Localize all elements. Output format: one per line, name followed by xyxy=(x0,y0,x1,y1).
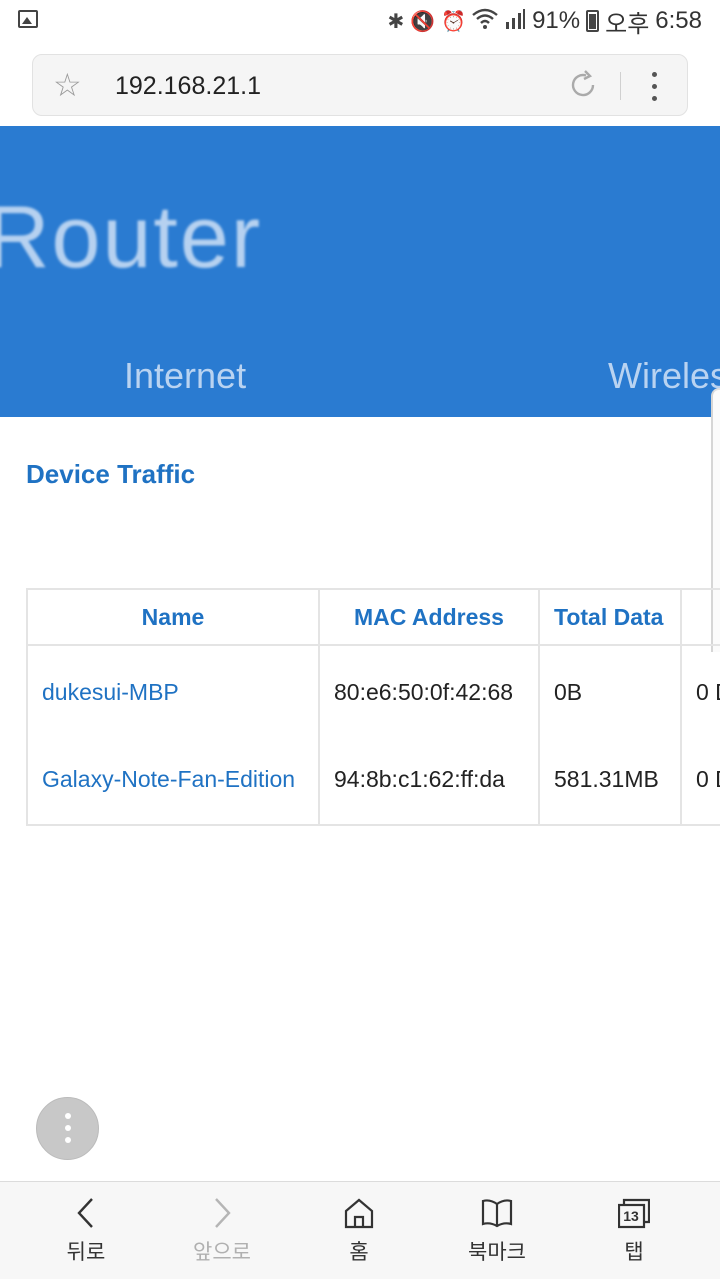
tab-wireless[interactable]: Wireles xyxy=(608,354,720,398)
column-header-mac[interactable]: MAC Address xyxy=(318,588,540,646)
router-header: Router Internet Wireles xyxy=(0,126,720,417)
bookmark-star-icon[interactable]: ☆ xyxy=(53,67,82,103)
bookmarks-label: 북마크 xyxy=(468,1241,526,1264)
book-icon xyxy=(481,1199,513,1228)
home-icon xyxy=(344,1198,374,1229)
toolbar-divider xyxy=(620,72,621,100)
battery-icon xyxy=(586,10,600,32)
tabs-icon: 13 xyxy=(618,1196,650,1230)
tab-internet[interactable]: Internet xyxy=(124,354,246,398)
tab-count: 13 xyxy=(623,1208,639,1224)
status-time: 6:58 xyxy=(655,7,702,34)
mac-cell: 94:8b:c1:62:ff:da xyxy=(318,735,540,826)
alarm-icon: ⏰ xyxy=(441,9,467,33)
reload-icon[interactable] xyxy=(567,69,599,101)
floating-menu-button[interactable] xyxy=(36,1097,99,1160)
table-row: Galaxy-Note-Fan-Edition 94:8b:c1:62:ff:d… xyxy=(26,735,720,826)
table-header-row: Name MAC Address Total Data xyxy=(26,588,720,646)
extra-cell: 0 D xyxy=(680,735,720,826)
tabs-button[interactable]: 13 탭 xyxy=(574,1182,694,1279)
column-header-total-data[interactable]: Total Data xyxy=(538,588,682,646)
mac-cell: 80:e6:50:0f:42:68 xyxy=(318,645,540,735)
mute-icon: 🔇 xyxy=(410,9,436,33)
home-button[interactable]: 홈 xyxy=(299,1182,419,1279)
bluetooth-icon: ✱ xyxy=(387,9,405,33)
back-button[interactable]: 뒤로 xyxy=(26,1182,146,1279)
total-data-cell: 0B xyxy=(538,645,682,735)
bookmarks-button[interactable]: 북마크 xyxy=(437,1182,557,1279)
address-bar[interactable]: ☆ 192.168.21.1 xyxy=(32,54,688,116)
page-title: Device Traffic xyxy=(26,459,196,489)
table-row: dukesui-MBP 80:e6:50:0f:42:68 0B 0 D xyxy=(26,645,720,735)
extra-cell: 0 D xyxy=(680,645,720,735)
status-ampm: 오후 xyxy=(605,10,650,38)
back-label: 뒤로 xyxy=(66,1241,106,1264)
device-name-link[interactable]: dukesui-MBP xyxy=(26,645,320,735)
device-name-link[interactable]: Galaxy-Note-Fan-Edition xyxy=(26,735,320,826)
device-traffic-table: Name MAC Address Total Data dukesui-MBP … xyxy=(26,588,720,826)
bottom-navigation: 뒤로 앞으로 홈 북마크 13 탭 xyxy=(0,1181,720,1279)
signal-icon xyxy=(504,8,526,35)
forward-button[interactable]: 앞으로 xyxy=(162,1182,282,1279)
device-name[interactable]: Galaxy-Note-Fan-Edition xyxy=(42,766,295,792)
forward-label: 앞으로 xyxy=(193,1241,251,1264)
column-header-extra xyxy=(680,588,720,646)
column-header-name[interactable]: Name xyxy=(26,588,320,646)
chevron-left-icon xyxy=(77,1198,93,1228)
total-data-cell: 581.31MB xyxy=(538,735,682,826)
url-text[interactable]: 192.168.21.1 xyxy=(115,71,261,101)
more-options-icon[interactable] xyxy=(645,69,663,103)
battery-percent: 91% xyxy=(532,7,581,34)
brand-title: Router xyxy=(0,187,263,286)
status-bar: ✱ 🔇 ⏰ 91% 오후 6:58 xyxy=(0,0,720,42)
chevron-right-icon xyxy=(215,1198,231,1228)
browser-toolbar: ☆ 192.168.21.1 xyxy=(0,42,720,126)
home-label: 홈 xyxy=(349,1241,369,1264)
status-icons: ✱ 🔇 ⏰ 91% 오후 6:58 xyxy=(387,6,702,38)
tabs-label: 탭 xyxy=(624,1241,644,1264)
wifi-icon xyxy=(472,8,498,35)
device-name[interactable]: dukesui-MBP xyxy=(42,679,179,705)
gallery-icon xyxy=(18,10,38,28)
